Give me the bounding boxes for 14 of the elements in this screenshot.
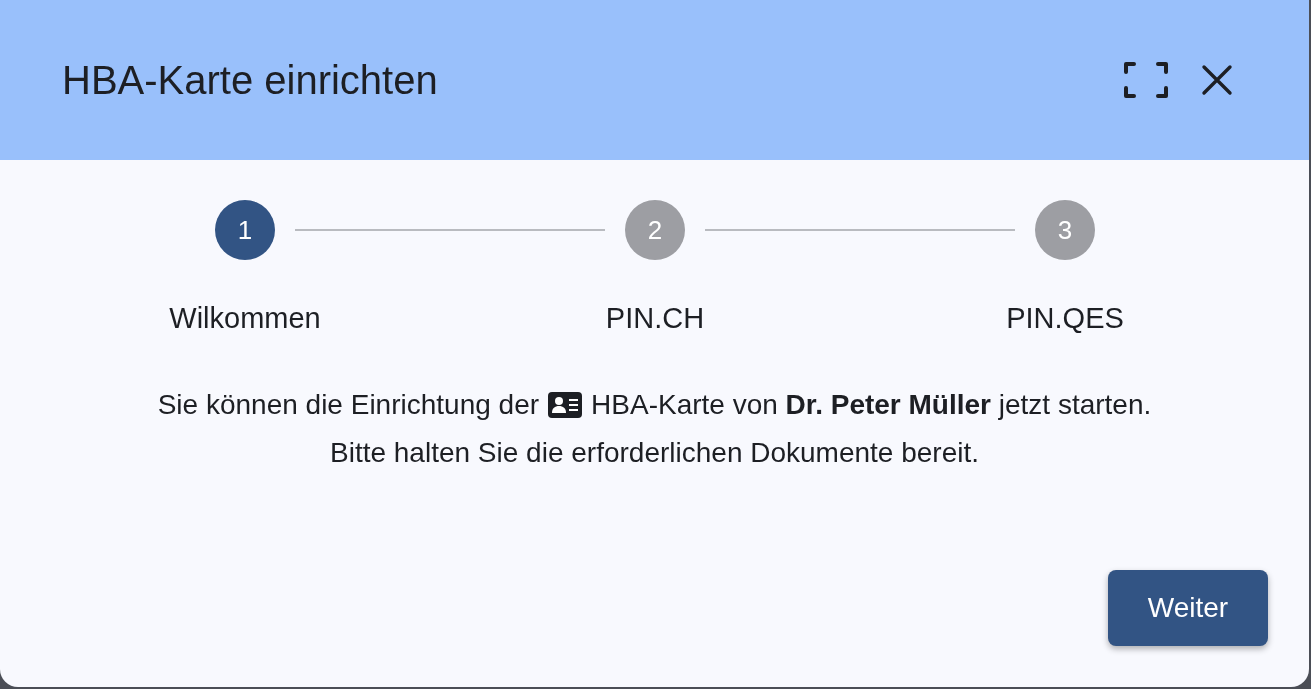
next-button[interactable]: Weiter [1108,570,1268,646]
step-label: PIN.CH [605,302,705,335]
message-text: HBA-Karte von Dr. Peter Müller jetzt starten. [591,389,1152,421]
step-circle: 3 [1035,200,1095,260]
message-text: Sie können die Einrichtung der [157,389,540,421]
fullscreen-icon [1123,62,1169,98]
step-label: PIN.QES [1006,302,1124,335]
step-circle: 2 [625,200,685,260]
message-text: Bitte halten Sie die erforderlichen Dokumente bereit. [330,437,979,469]
dialog-title: HBA-Karte einrichten [62,57,438,103]
id-card-icon [548,392,583,418]
step-circle: 1 [215,200,275,260]
step-label: Wilkommen [169,302,321,335]
close-icon [1201,64,1233,96]
